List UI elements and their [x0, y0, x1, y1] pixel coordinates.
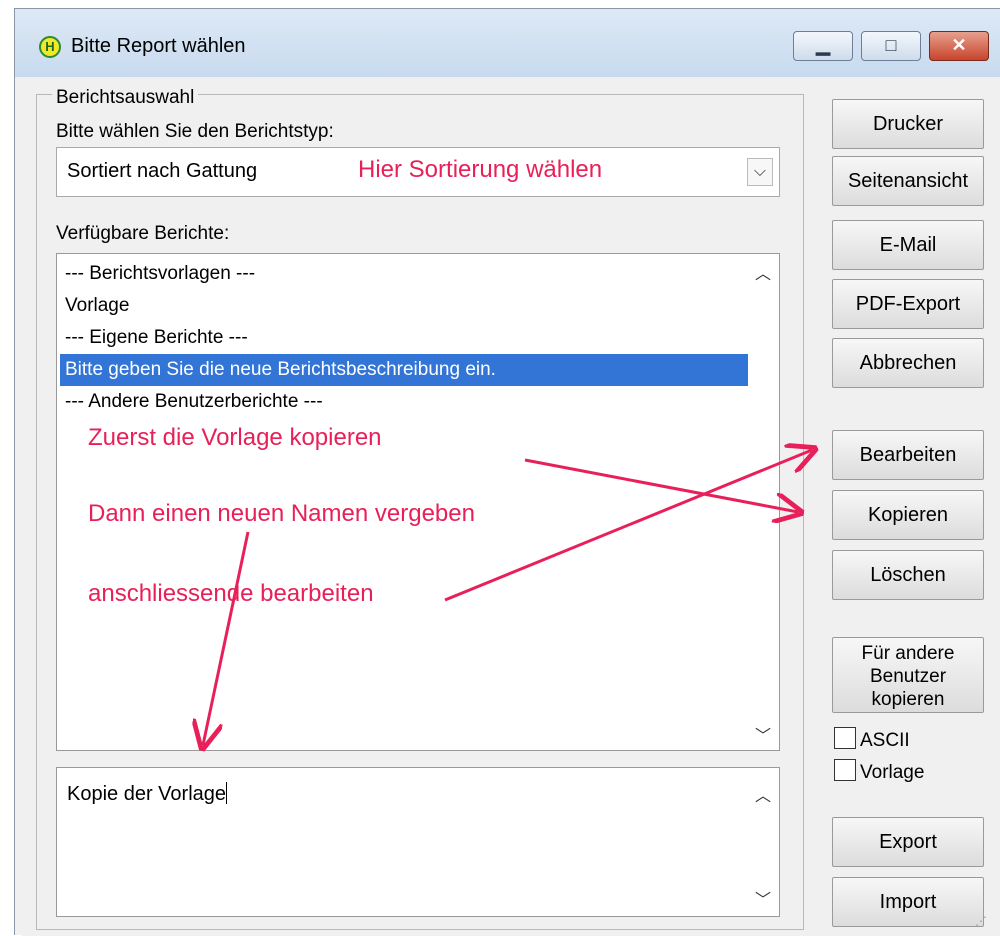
arrow-to-bearbeiten [444, 450, 812, 602]
annotation-arrows [0, 0, 1000, 935]
arrow-to-kopieren [524, 458, 798, 512]
arrow-to-textarea [203, 531, 250, 745]
